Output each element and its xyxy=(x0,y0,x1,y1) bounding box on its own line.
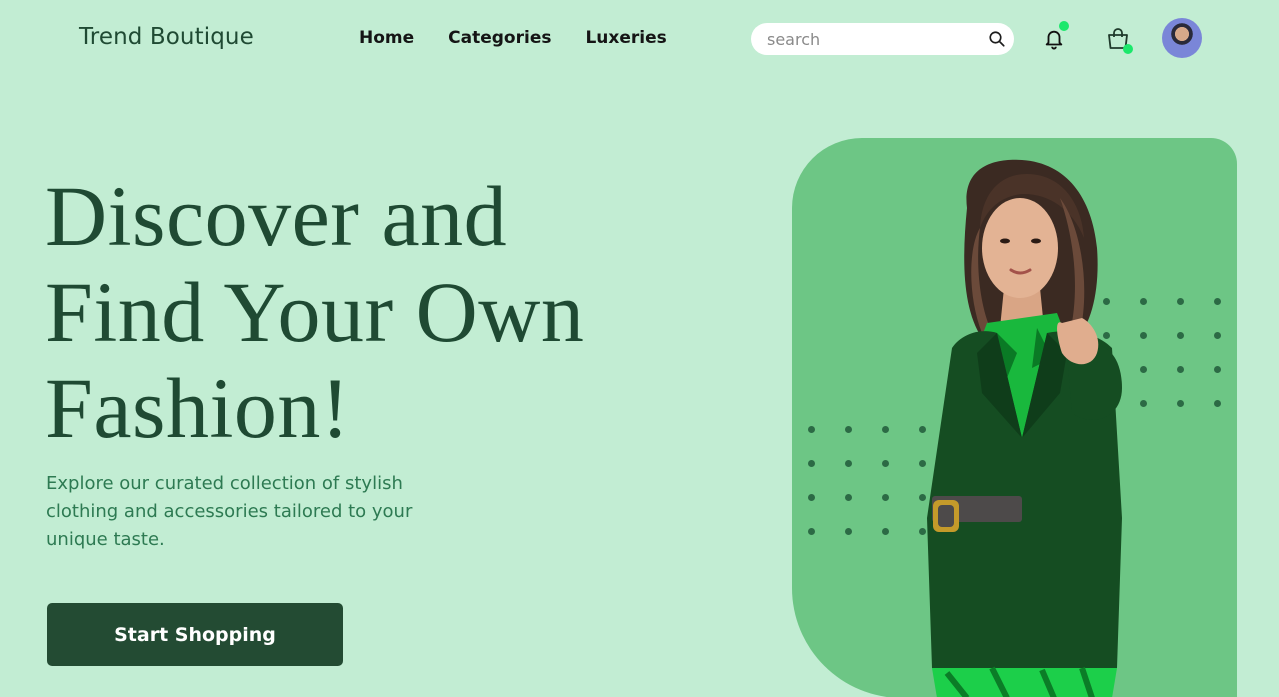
brand-logo[interactable]: Trend Boutique xyxy=(79,24,254,50)
main-nav: Home Categories Luxeries xyxy=(359,28,701,48)
notification-badge xyxy=(1059,21,1069,31)
search-icon[interactable] xyxy=(988,30,1006,48)
site-header: Trend Boutique Home Categories Luxeries xyxy=(0,0,1279,80)
hero-image-panel xyxy=(792,138,1237,697)
hero-title-line: Fashion! xyxy=(45,360,350,456)
cart-badge xyxy=(1123,44,1133,54)
hero-title-line: Discover and xyxy=(45,168,508,264)
search-bar xyxy=(751,23,1014,55)
avatar[interactable] xyxy=(1162,18,1202,58)
nav-home-link[interactable]: Home xyxy=(359,28,414,48)
start-shopping-button[interactable]: Start Shopping xyxy=(47,603,343,666)
nav-categories-link[interactable]: Categories xyxy=(448,28,551,48)
search-input[interactable] xyxy=(751,23,971,55)
bell-icon xyxy=(1045,30,1063,50)
hero-title: Discover and Find Your Own Fashion! xyxy=(45,168,725,456)
notifications-button[interactable] xyxy=(1043,21,1069,50)
fashion-model-image xyxy=(927,159,1122,697)
hero-subtitle: Explore our curated collection of stylis… xyxy=(46,473,413,550)
hero-title-line: Find Your Own xyxy=(45,264,585,360)
cart-button[interactable] xyxy=(1106,27,1133,54)
nav-luxeries-link[interactable]: Luxeries xyxy=(585,28,666,48)
